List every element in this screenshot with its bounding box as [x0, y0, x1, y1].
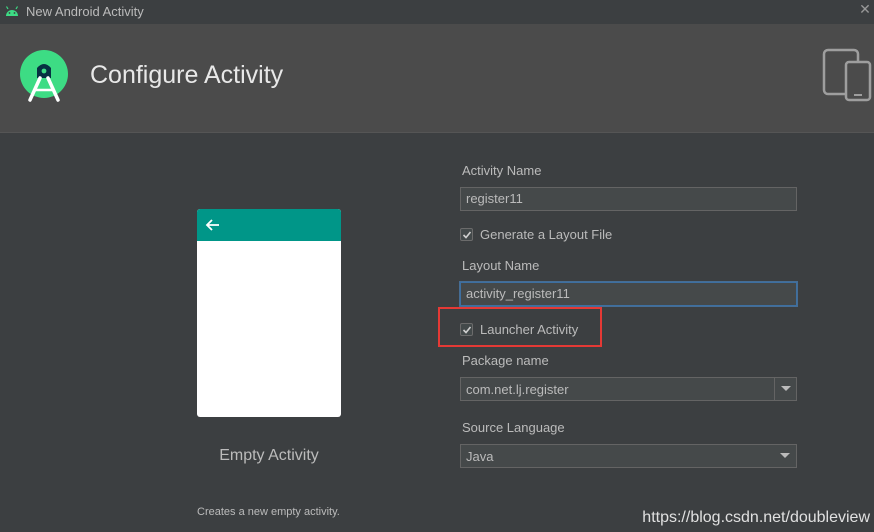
source-language-dropdown-button[interactable] — [774, 445, 796, 467]
preview-app-bar — [197, 209, 341, 241]
activity-name-field[interactable]: register11 — [460, 187, 797, 211]
template-description: Creates a new empty activity. — [197, 506, 340, 518]
window-title: New Android Activity — [26, 4, 144, 19]
layout-name-field[interactable]: activity_register11 — [460, 282, 797, 306]
android-icon — [5, 6, 19, 16]
dropdown-arrow-icon — [780, 453, 790, 458]
page-title: Configure Activity — [90, 61, 284, 89]
source-language-select[interactable]: Java — [460, 444, 797, 468]
android-studio-logo-icon — [20, 50, 68, 102]
watermark: https://blog.csdn.net/doubleview — [642, 509, 870, 526]
activity-preview — [197, 209, 341, 417]
layout-name-label: Layout Name — [462, 258, 540, 273]
highlight-annotation — [438, 307, 602, 347]
check-icon — [462, 230, 472, 239]
package-name-value: com.net.lj.register — [466, 382, 569, 397]
package-name-label: Package name — [462, 353, 549, 368]
dropdown-arrow-icon — [781, 386, 791, 391]
back-arrow-icon — [205, 219, 219, 231]
package-name-dropdown-button[interactable] — [774, 378, 796, 400]
source-language-value: Java — [466, 449, 494, 464]
package-name-combobox[interactable]: com.net.lj.register — [460, 377, 797, 401]
activity-name-label: Activity Name — [462, 163, 542, 178]
generate-layout-checkbox[interactable] — [460, 227, 473, 241]
devices-icon — [822, 48, 872, 102]
source-language-label: Source Language — [462, 420, 565, 435]
generate-layout-label: Generate a Layout File — [480, 226, 613, 242]
close-icon[interactable]: ✕ — [858, 2, 872, 18]
header: Configure Activity — [0, 24, 874, 133]
template-name: Empty Activity — [219, 447, 319, 464]
title-bar: New Android Activity ✕ — [0, 0, 874, 24]
generate-layout-row[interactable]: Generate a Layout File — [460, 225, 612, 243]
